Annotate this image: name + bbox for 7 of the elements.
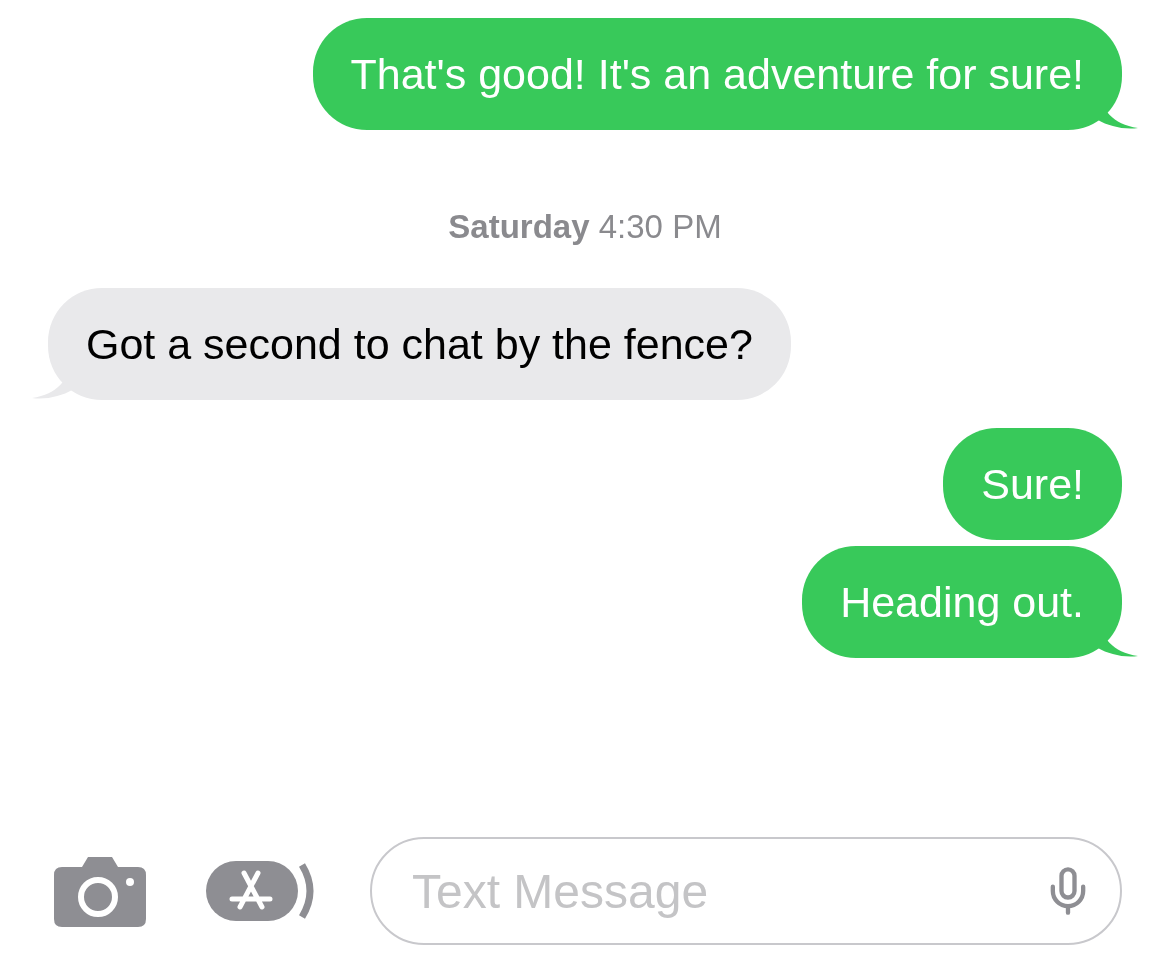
sent-message-bubble: That's good! It's an adventure for sure! [312,18,1122,130]
camera-icon[interactable] [54,855,146,927]
sent-message-bubble: Sure! [943,428,1122,540]
timestamp: Saturday 4:30 PM [447,208,723,246]
sent-message-bubble: Heading out. [802,546,1122,658]
received-message-bubble: Got a second to chat by the fence? [48,288,791,400]
message-input-field[interactable]: Text Message [370,837,1122,945]
